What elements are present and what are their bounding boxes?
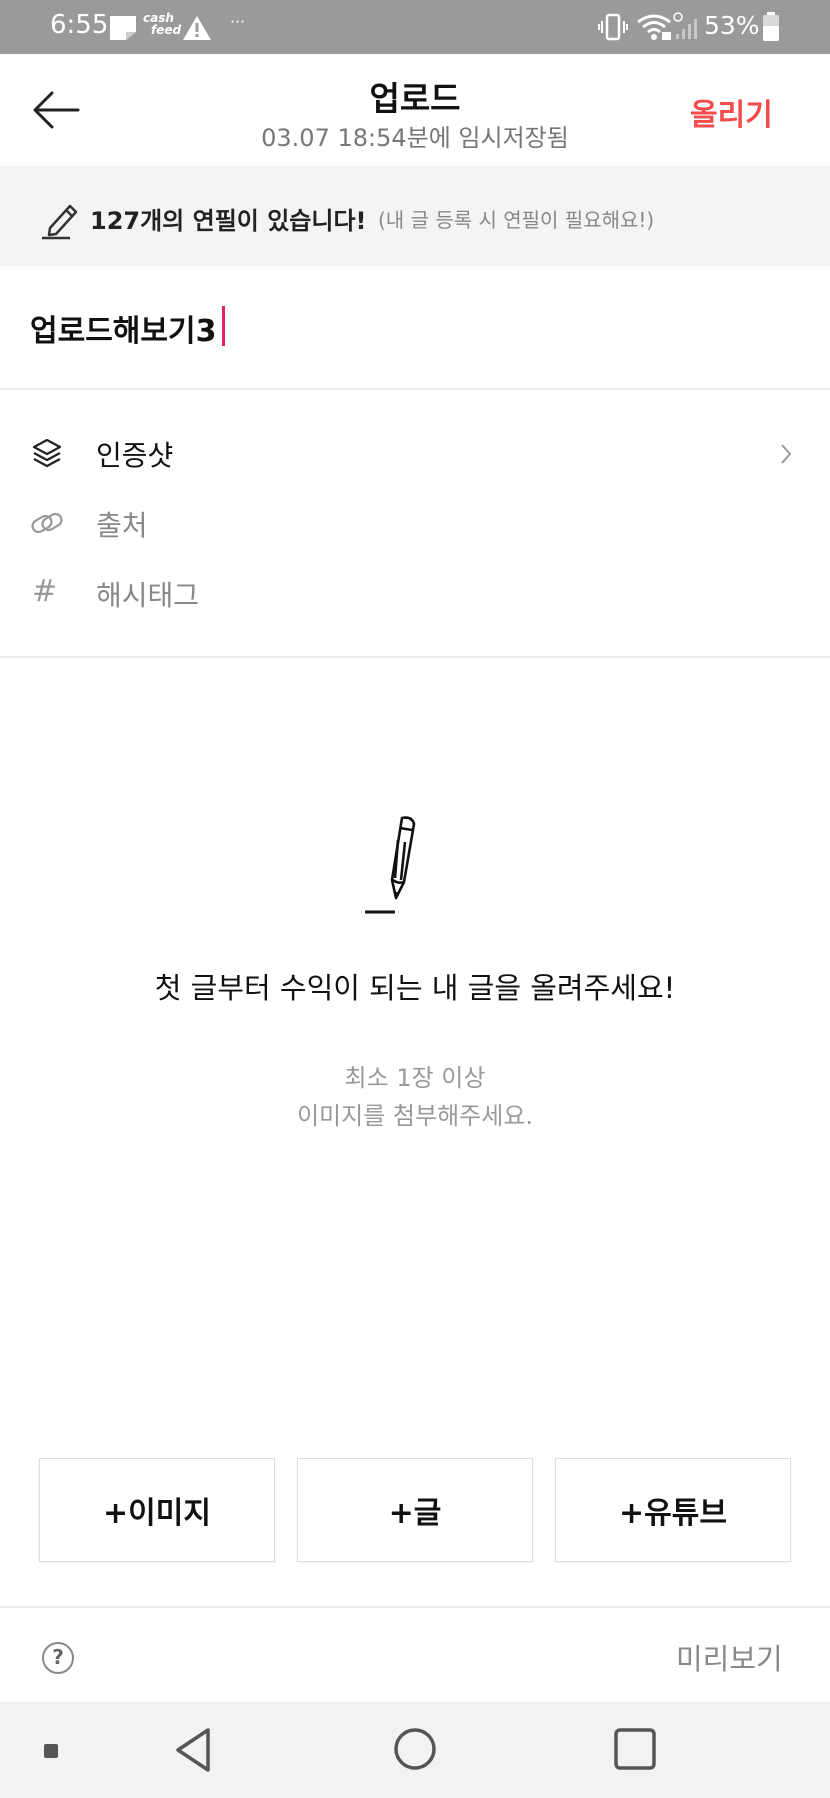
status-bar: 6:55 cash feed ··· 53%: [0, 0, 830, 54]
pencil-note: (내 글 등록 시 연필이 필요해요!): [378, 208, 655, 232]
post-title-input[interactable]: 업로드해보기3: [30, 306, 216, 350]
help-glyph: ?: [52, 1645, 64, 1669]
battery-percent: 53%: [704, 11, 760, 40]
vibrate-icon: [598, 13, 628, 41]
note-icon: [110, 16, 136, 40]
option-source[interactable]: 출처: [0, 492, 830, 554]
pencil-count: 127개의 연필이 있습니다!: [90, 207, 367, 235]
option-label: 출처: [96, 509, 148, 542]
link-icon: [31, 512, 63, 534]
add-youtube-button[interactable]: +유튜브: [555, 1458, 791, 1562]
app-header: 업로드 03.07 18:54분에 임시저장됨 올리기: [0, 54, 830, 166]
status-time: 6:55: [50, 10, 109, 40]
battery-icon: [763, 12, 779, 41]
layers-icon: [32, 438, 62, 468]
warning-icon: [183, 16, 211, 40]
empty-state-line1: 최소 1장 이상: [344, 1064, 486, 1092]
help-icon[interactable]: ?: [42, 1642, 74, 1674]
signal-icon: [673, 12, 697, 39]
preview-button[interactable]: 미리보기: [676, 1636, 783, 1678]
pencil-icon: [42, 204, 78, 240]
divider: [0, 656, 830, 658]
add-text-button[interactable]: +글: [297, 1458, 533, 1562]
option-proof-shot[interactable]: 인증샷: [0, 422, 830, 484]
wifi-icon: [637, 14, 671, 40]
bottom-toolbar: ? 미리보기: [0, 1606, 830, 1704]
option-hashtag[interactable]: # 해시태그: [0, 562, 830, 624]
chevron-right-icon: [781, 444, 792, 464]
empty-state-line2: 이미지를 첨부해주세요.: [296, 1102, 534, 1130]
writing-pencil-icon: [365, 816, 416, 914]
pencil-balance-banner: 127개의 연필이 있습니다! (내 글 등록 시 연필이 필요해요!): [0, 166, 830, 266]
nav-overview-icon[interactable]: [612, 1726, 658, 1772]
divider: [0, 388, 830, 390]
cashfeed-icon: cash feed: [143, 12, 181, 36]
text-caret: [222, 306, 225, 346]
nav-back-icon[interactable]: [172, 1726, 216, 1774]
nav-home-icon[interactable]: [392, 1726, 438, 1772]
recents-dot-icon[interactable]: [44, 1744, 58, 1758]
upload-button[interactable]: 올리기: [690, 90, 773, 134]
option-label: 해시태그: [96, 579, 200, 612]
hash-icon: #: [32, 574, 58, 609]
system-nav-bar: [0, 1702, 830, 1798]
empty-state-title: 첫 글부터 수익이 되는 내 글을 올려주세요!: [154, 971, 676, 1005]
add-image-button[interactable]: +이미지: [39, 1458, 275, 1562]
option-label: 인증샷: [96, 439, 174, 472]
cashfeed-label-bottom: feed: [151, 23, 182, 37]
more-notifications: ···: [230, 12, 246, 31]
